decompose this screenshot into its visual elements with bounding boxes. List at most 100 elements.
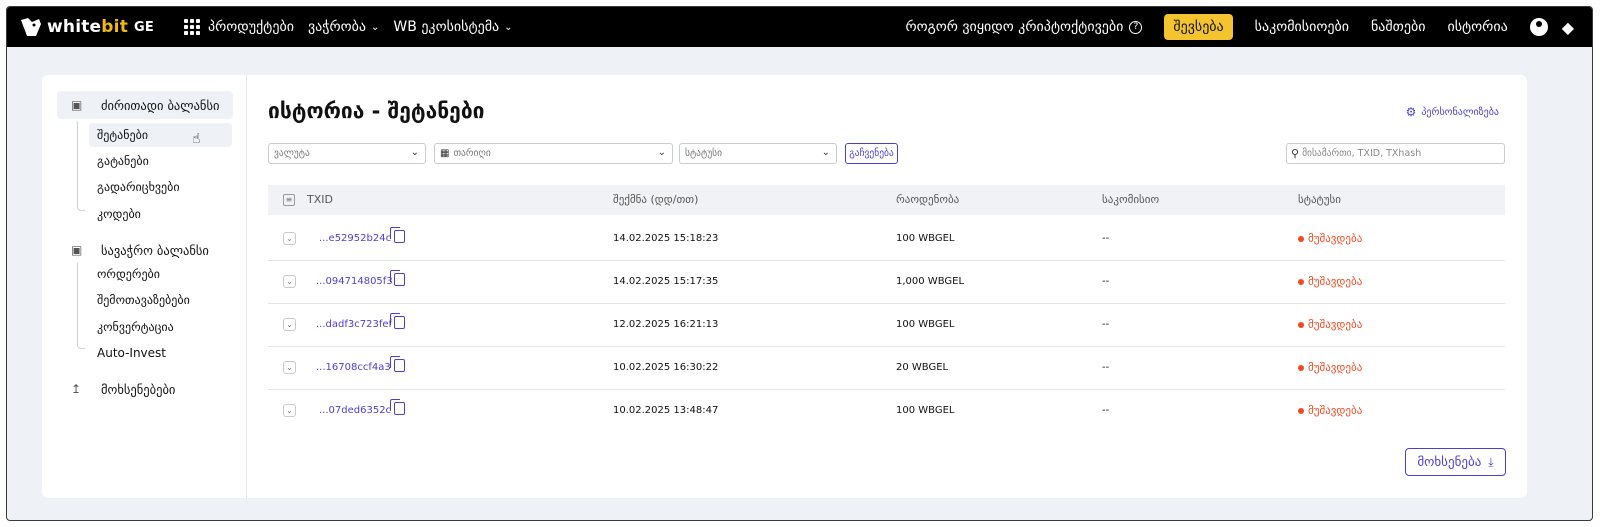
pointer-cursor-icon: ☝: [192, 131, 201, 147]
sidebar-trade-balance[interactable]: ▣ სავაჭრო ბალანსი: [57, 236, 233, 264]
nav-how-to-buy[interactable]: როგორ ვიყიდო კრიპტოქტივები?: [905, 19, 1143, 35]
created-cell: 10.02.2025 13:48:47: [613, 405, 719, 416]
export-report-button[interactable]: მოხსენება ⤓: [1405, 448, 1506, 476]
tree-elbow: [77, 199, 85, 211]
sidebar-item-deposits[interactable]: შეტანები: [89, 123, 232, 147]
download-icon: ⤓: [1488, 454, 1494, 469]
fee-cell: --: [1102, 276, 1110, 287]
currency-select-value: ვალუტა: [274, 148, 310, 159]
txid-link[interactable]: ...07ded6352c: [319, 405, 391, 416]
status-text: მუშავდება: [1308, 232, 1363, 245]
amount-cell: 100 WBGEL: [896, 405, 955, 416]
nav-how-to-buy-label: როგორ ვიყიდო კრიპტოქტივები: [905, 19, 1124, 35]
expand-chevron-icon[interactable]: ⌄: [283, 275, 296, 288]
status-dot: [1298, 235, 1304, 242]
column-status: სტატუსი: [1298, 193, 1341, 206]
nav-ecosystem-label: WB ეკოსისტემა: [393, 19, 500, 35]
nav-fees[interactable]: საკომისიოები: [1255, 19, 1349, 35]
expand-chevron-icon[interactable]: ⌄: [283, 404, 296, 417]
sidebar-main-balance-label: ძირითადი ბალანსი: [101, 97, 220, 113]
table-row: ⌄ ...094714805f3 14.02.2025 15:17:35 1,0…: [268, 261, 1505, 304]
calendar-icon: ▦: [440, 148, 450, 159]
gear-icon: ⚙: [1405, 105, 1417, 119]
created-cell: 14.02.2025 15:17:35: [613, 276, 719, 287]
nav-balances[interactable]: ნაშთები: [1371, 19, 1425, 35]
status-badge: მუშავდება: [1298, 318, 1362, 331]
sidebar-item-codes[interactable]: კოდები: [89, 202, 232, 226]
chevron-down-icon: ⌄: [821, 147, 830, 158]
status-dot: [1298, 364, 1304, 371]
status-dot: [1298, 321, 1304, 328]
tree-line: [77, 263, 78, 341]
date-select[interactable]: ▦ თარიღი ⌄: [434, 143, 673, 164]
personalize-link[interactable]: ⚙ პერსონალიზება: [1406, 105, 1499, 119]
chevron-down-icon: ⌄: [410, 147, 419, 158]
copy-icon[interactable]: [390, 313, 405, 329]
expand-chevron-icon[interactable]: ⌄: [283, 361, 296, 374]
expand-chevron-icon[interactable]: ⌄: [283, 318, 296, 331]
txid-link[interactable]: ...dadf3c723fef: [316, 319, 392, 330]
show-button[interactable]: გაჩვენება: [845, 143, 898, 164]
nav-products[interactable]: პროდუქტები: [208, 19, 294, 35]
copy-icon[interactable]: [390, 399, 405, 415]
expand-chevron-icon[interactable]: ⌄: [283, 232, 296, 245]
fee-cell: --: [1102, 362, 1110, 373]
sidebar-item-conversion[interactable]: კონვერტაცია: [89, 315, 232, 339]
amount-cell: 1,000 WBGEL: [896, 276, 965, 287]
deposit-button[interactable]: შევსება: [1164, 14, 1233, 40]
copy-icon[interactable]: [390, 227, 405, 243]
app-window: white bit GE პროდუქტები ვაჭრობა ⌄ WB ეკოსის…: [6, 6, 1593, 521]
tree-elbow: [77, 337, 85, 349]
status-select[interactable]: სტატუსი ⌄: [679, 143, 837, 164]
sidebar-item-transfers[interactable]: გადარიცხვები: [89, 175, 232, 199]
nav-ecosystem[interactable]: WB ეკოსისტემა ⌄: [393, 19, 512, 35]
fee-cell: --: [1102, 233, 1110, 244]
sidebar-item-orders[interactable]: ორდერები: [89, 262, 232, 286]
column-txid: TXID: [307, 193, 333, 206]
nav-trading-label: ვაჭრობა: [307, 19, 367, 35]
logo-icon: [21, 18, 41, 36]
search-input[interactable]: ⚲ მისამართი, TXID, TXhash: [1286, 143, 1505, 164]
nav-right-group: როგორ ვიყიდო კრიპტოქტივები? შევსება საკო…: [883, 14, 1574, 40]
tree-line: [77, 121, 78, 199]
sidebar-trade-balance-label: სავაჭრო ბალანსი: [101, 242, 209, 258]
top-navbar: white bit GE პროდუქტები ვაჭრობა ⌄ WB ეკოსის…: [7, 7, 1592, 47]
grid-icon[interactable]: [183, 19, 200, 35]
main-content: ისტორია - შეტანები ⚙ პერსონალიზება ვალუტ…: [247, 75, 1527, 498]
sidebar-reports-label: მოხსენებები: [101, 381, 176, 397]
copy-icon[interactable]: [390, 270, 405, 286]
content-card: ▣ ძირითადი ბალანსი შეტანები გატანები გად…: [42, 75, 1527, 498]
columns-icon[interactable]: ≡: [283, 194, 295, 206]
wallet-icon: ▣: [71, 243, 83, 257]
sidebar-main-balance[interactable]: ▣ ძირითადი ბალანსი: [57, 91, 233, 119]
help-icon: ?: [1129, 20, 1143, 34]
column-created: შექმნა (დდ/თთ): [613, 193, 699, 206]
sidebar: ▣ ძირითადი ბალანსი შეტანები გატანები გად…: [42, 75, 247, 498]
fee-cell: --: [1102, 319, 1110, 330]
table-header: ≡ TXID შექმნა (დდ/თთ) რაოდენობა საკომისი…: [268, 185, 1505, 215]
date-select-value: თარიღი: [453, 148, 491, 159]
logo[interactable]: white bit GE: [19, 16, 154, 38]
txid-link[interactable]: ...e52952b24c: [319, 233, 391, 244]
currency-select[interactable]: ვალუტა ⌄: [268, 143, 426, 164]
search-icon: ⚲: [1291, 147, 1300, 160]
copy-icon[interactable]: [390, 356, 405, 372]
nav-history[interactable]: ისტორია: [1447, 19, 1507, 35]
fee-cell: --: [1102, 405, 1110, 416]
sidebar-item-withdrawals[interactable]: გატანები: [89, 149, 232, 173]
nav-products-label: პროდუქტები: [207, 19, 294, 35]
status-select-value: სტატუსი: [685, 148, 723, 159]
table-row: ⌄ ...e52952b24c 14.02.2025 15:18:23 100 …: [268, 218, 1505, 261]
txid-link[interactable]: ...094714805f3: [316, 276, 393, 287]
chevron-down-icon: ⌄: [371, 21, 380, 33]
sidebar-item-auto-invest[interactable]: Auto-Invest: [89, 341, 232, 365]
txid-link[interactable]: ...16708ccf4a3: [316, 362, 391, 373]
user-icon[interactable]: [1529, 18, 1548, 36]
logo-text-bit: bit: [101, 17, 129, 37]
wallet-icon: ▣: [71, 98, 83, 112]
sidebar-reports[interactable]: ↥ მოხსენებები: [57, 375, 233, 403]
sidebar-item-offers[interactable]: შემოთავაზებები: [89, 288, 232, 312]
nav-trading[interactable]: ვაჭრობა ⌄: [308, 19, 379, 35]
support-icon[interactable]: ◆: [1562, 18, 1574, 37]
amount-cell: 20 WBGEL: [896, 362, 949, 373]
